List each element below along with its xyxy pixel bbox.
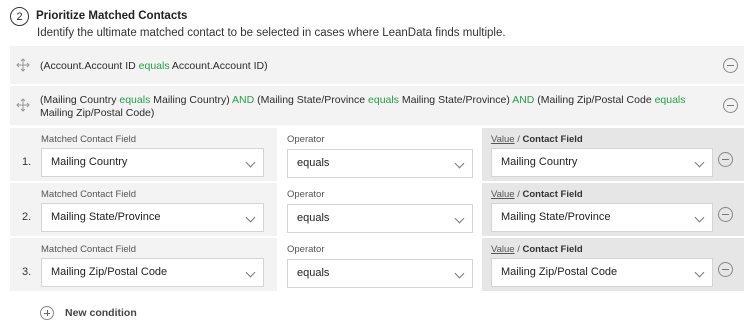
rule-keyword: equals bbox=[138, 60, 170, 72]
rule-text-part: Mailing Country) bbox=[150, 94, 233, 106]
plus-icon[interactable] bbox=[40, 306, 54, 320]
matched-field-value: Mailing State/Province bbox=[51, 211, 161, 223]
remove-rule-button[interactable] bbox=[723, 58, 738, 73]
matched-field-label: Matched Contact Field bbox=[41, 134, 137, 145]
matched-field-select[interactable]: Mailing Zip/Postal Code bbox=[41, 258, 264, 287]
value-contact-field-label: Value / Contact Field bbox=[491, 189, 583, 200]
contact-field-value: Mailing State/Province bbox=[501, 211, 611, 223]
chevron-down-icon bbox=[454, 268, 465, 279]
matched-field-label: Matched Contact Field bbox=[41, 244, 137, 255]
rule-text-part: (Mailing Country bbox=[40, 94, 120, 106]
value-contact-field-label: Value / Contact Field bbox=[491, 134, 583, 145]
matched-field-select[interactable]: Mailing State/Province bbox=[41, 203, 264, 232]
rule-expression: (Mailing Country equals Mailing Country)… bbox=[40, 94, 690, 120]
matched-field-label: Matched Contact Field bbox=[41, 189, 137, 200]
contact-field-label: Contact Field bbox=[522, 189, 583, 200]
contact-field-value: Mailing Zip/Postal Code bbox=[501, 266, 618, 278]
chevron-down-icon bbox=[454, 158, 465, 169]
rule-keyword: AND bbox=[232, 94, 255, 106]
rule-text-part: Mailing State/Province) bbox=[398, 94, 513, 106]
operator-label: Operator bbox=[287, 244, 325, 255]
move-handle-icon[interactable] bbox=[16, 98, 30, 112]
contact-field-select[interactable]: Mailing Country bbox=[491, 148, 713, 177]
condition-number: 1. bbox=[22, 156, 32, 168]
operator-select[interactable]: equals bbox=[287, 204, 473, 233]
contact-field-select[interactable]: Mailing State/Province bbox=[491, 203, 713, 232]
chevron-down-icon bbox=[245, 267, 256, 278]
chevron-down-icon bbox=[454, 213, 465, 224]
remove-condition-button[interactable] bbox=[718, 152, 733, 167]
new-condition-label[interactable]: New condition bbox=[65, 307, 137, 319]
rule-keyword: equals bbox=[654, 94, 686, 106]
step-number-badge: 2 bbox=[10, 7, 29, 26]
label-separator: / bbox=[514, 189, 523, 200]
rule-text-part: Mailing Zip/Postal Code) bbox=[40, 107, 155, 119]
matched-field-value: Mailing Country bbox=[51, 156, 128, 168]
operator-label: Operator bbox=[287, 189, 325, 200]
rule-keyword: equals bbox=[368, 94, 399, 106]
operator-label: Operator bbox=[287, 134, 325, 145]
chevron-down-icon bbox=[245, 157, 256, 168]
condition-number: 3. bbox=[22, 266, 32, 278]
chevron-down-icon bbox=[694, 157, 705, 168]
chevron-down-icon bbox=[245, 212, 256, 223]
matched-field-value: Mailing Zip/Postal Code bbox=[51, 266, 168, 278]
rule-keyword: AND bbox=[512, 94, 535, 106]
step-header: 2 Prioritize Matched Contacts Identify t… bbox=[10, 7, 750, 41]
matched-field-select[interactable]: Mailing Country bbox=[41, 148, 264, 177]
remove-rule-button[interactable] bbox=[723, 98, 738, 113]
rule-text-part: (Mailing State/Province bbox=[254, 94, 369, 106]
chevron-down-icon bbox=[694, 267, 705, 278]
operator-select[interactable]: equals bbox=[287, 149, 473, 178]
value-contact-field-label: Value / Contact Field bbox=[491, 244, 583, 255]
rule-text-part: (Account.Account ID bbox=[40, 60, 139, 72]
contact-field-select[interactable]: Mailing Zip/Postal Code bbox=[491, 258, 713, 287]
rule-text-part: Account.Account ID) bbox=[169, 60, 268, 72]
value-toggle-link[interactable]: Value bbox=[491, 244, 515, 255]
contact-field-label: Contact Field bbox=[522, 134, 583, 145]
contact-field-value: Mailing Country bbox=[501, 156, 578, 168]
rule-row[interactable]: (Account.Account ID equals Account.Accou… bbox=[10, 46, 744, 84]
rule-text-part: (Mailing Zip/Postal Code bbox=[534, 94, 655, 106]
condition-row: 1. Matched Contact Field Operator Value … bbox=[10, 128, 744, 181]
contact-field-label: Contact Field bbox=[522, 244, 583, 255]
step-title: Prioritize Matched Contacts bbox=[36, 10, 188, 22]
step-description: Identify the ultimate matched contact to… bbox=[37, 27, 506, 39]
chevron-down-icon bbox=[694, 212, 705, 223]
remove-condition-button[interactable] bbox=[718, 207, 733, 222]
label-separator: / bbox=[514, 134, 523, 145]
operator-value: equals bbox=[297, 157, 330, 169]
condition-number: 2. bbox=[22, 211, 32, 223]
operator-value: equals bbox=[297, 212, 330, 224]
rule-row[interactable]: (Mailing Country equals Mailing Country)… bbox=[10, 86, 744, 125]
operator-value: equals bbox=[297, 267, 330, 279]
rule-expression: (Account.Account ID equals Account.Accou… bbox=[40, 60, 268, 73]
value-toggle-link[interactable]: Value bbox=[491, 189, 515, 200]
label-separator: / bbox=[514, 244, 523, 255]
move-handle-icon[interactable] bbox=[16, 58, 30, 72]
operator-select[interactable]: equals bbox=[287, 259, 473, 288]
remove-condition-button[interactable] bbox=[718, 262, 733, 277]
condition-row: 2. Matched Contact Field Operator Value … bbox=[10, 183, 744, 236]
value-toggle-link[interactable]: Value bbox=[491, 134, 515, 145]
rule-keyword: equals bbox=[119, 94, 151, 106]
condition-row: 3. Matched Contact Field Operator Value … bbox=[10, 238, 744, 291]
